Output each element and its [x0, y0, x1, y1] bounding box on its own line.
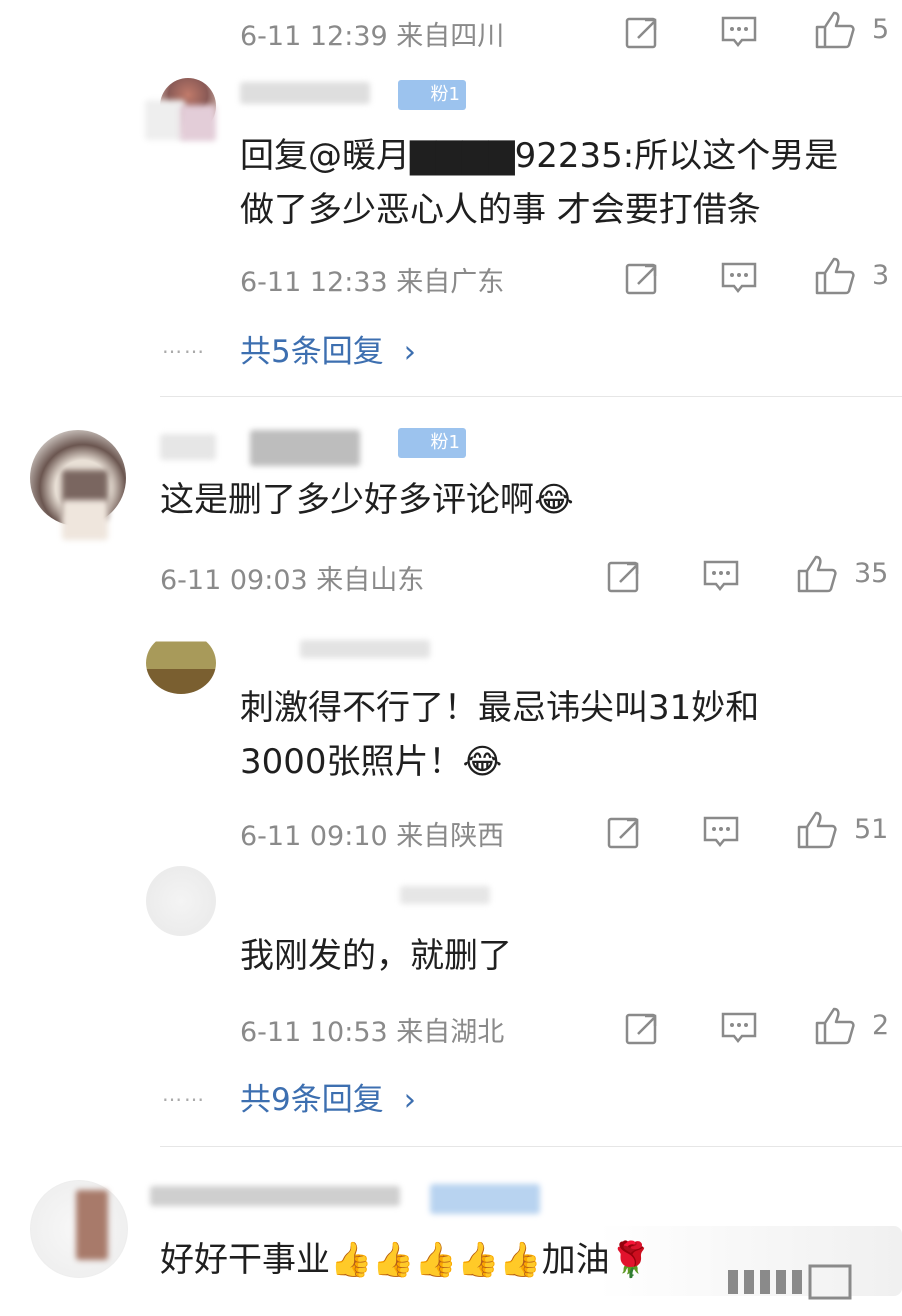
like-icon[interactable] [796, 810, 838, 850]
comment-icon[interactable] [702, 558, 740, 594]
like-icon[interactable] [814, 10, 856, 50]
avatar[interactable] [146, 866, 216, 936]
divider [160, 1146, 902, 1147]
comment-icon[interactable] [720, 260, 758, 296]
username-blur[interactable] [160, 434, 216, 460]
like-count: 5 [872, 14, 890, 45]
comment-icon[interactable] [702, 814, 740, 850]
like-count: 35 [854, 558, 889, 589]
share-icon[interactable] [624, 14, 660, 50]
comment-meta: 6-11 12:39 来自四川 [240, 21, 505, 52]
replies-dots: …… [162, 334, 206, 358]
chevron-right-icon: › [403, 1082, 416, 1118]
comment-icon[interactable] [720, 1010, 758, 1046]
more-replies-label: 共9条回复 [240, 1082, 384, 1118]
replies-dots: …… [162, 1082, 206, 1106]
like-count: 2 [872, 1010, 890, 1041]
username-blur[interactable] [250, 430, 360, 466]
blur-mask [76, 1190, 108, 1260]
watermark-logo [724, 1262, 874, 1302]
comment-text: 刺激得不行了！最忌讳尖叫31妙和 [240, 688, 760, 728]
like-icon[interactable] [796, 554, 838, 594]
more-replies-link[interactable]: 共9条回复 › [240, 1074, 416, 1119]
share-icon[interactable] [624, 260, 660, 296]
comment-text: 3000张照片！😂 [240, 742, 503, 782]
share-icon[interactable] [624, 1010, 660, 1046]
comment-meta: 6-11 12:33 来自广东 [240, 267, 505, 298]
chevron-right-icon: › [403, 334, 416, 370]
more-replies-label: 共5条回复 [240, 334, 384, 370]
comment-meta: 6-11 09:03 来自山东 [160, 565, 425, 596]
like-icon[interactable] [814, 1006, 856, 1046]
fan-badge [430, 1184, 540, 1214]
comment-meta: 6-11 10:53 来自湖北 [240, 1017, 505, 1048]
avatar[interactable] [146, 632, 216, 694]
comment-text: 这是删了多少好多评论啊😂 [160, 480, 574, 520]
divider [160, 396, 902, 397]
share-icon[interactable] [606, 558, 642, 594]
blur-mask [180, 105, 216, 141]
username-blur[interactable] [300, 640, 430, 658]
comment-text: 回复@暖月▇▇▇▇92235:所以这个男是 [240, 136, 839, 176]
username-blur[interactable] [400, 886, 490, 904]
comment-text: 做了多少恶心人的事 才会要打借条 [240, 190, 761, 230]
like-count: 3 [872, 260, 890, 291]
blur-mask [145, 100, 185, 140]
like-icon[interactable] [814, 256, 856, 296]
comment-icon[interactable] [720, 14, 758, 50]
username-blur[interactable] [240, 82, 370, 104]
share-icon[interactable] [606, 814, 642, 850]
like-count: 51 [854, 814, 889, 845]
comment-text: 我刚发的，就删了 [240, 936, 512, 976]
fan-badge: 粉1 [398, 428, 466, 458]
comment-meta: 6-11 09:10 来自陕西 [240, 821, 505, 852]
blur-mask [62, 500, 108, 540]
more-replies-link[interactable]: 共5条回复 › [240, 326, 416, 371]
username-blur[interactable] [150, 1186, 400, 1206]
fan-badge: 粉1 [398, 80, 466, 110]
comment-text: 好好干事业👍👍👍👍👍加油🌹 [160, 1240, 653, 1280]
